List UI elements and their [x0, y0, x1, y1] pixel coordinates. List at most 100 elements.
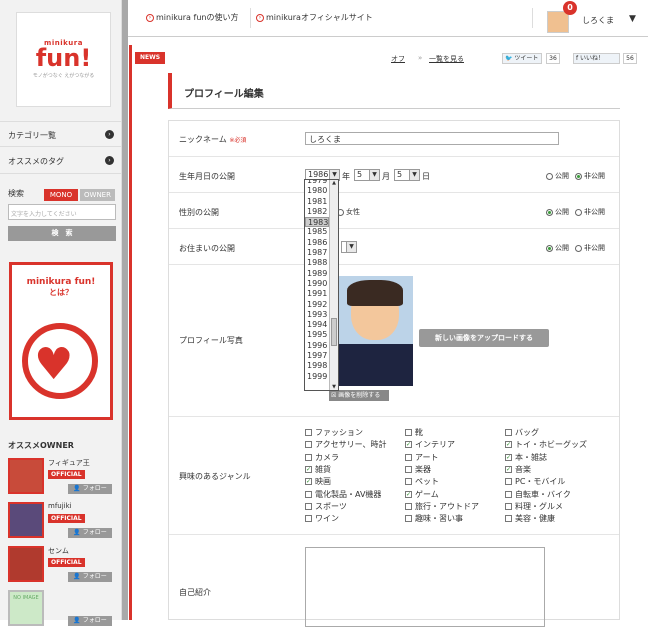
sidebar-scrollbar[interactable] [122, 0, 128, 620]
owner-item[interactable]: センム OFFICIAL 👤 フォロー [8, 546, 116, 586]
scrollbar-thumb[interactable] [122, 0, 128, 620]
genre-checkbox[interactable]: 楽器 [405, 464, 431, 475]
birth-day-select[interactable]: 5 ▼ [394, 169, 420, 181]
year-option[interactable]: 1999 [305, 372, 329, 382]
birthday-private-radio[interactable]: 非公開 [575, 171, 605, 181]
gender-private-radio[interactable]: 非公開 [575, 207, 605, 217]
scroll-down-icon[interactable]: ▼ [330, 384, 338, 390]
year-option[interactable]: 1992 [305, 300, 329, 310]
genre-checkbox[interactable]: PC・モバイル [505, 476, 565, 487]
news-toggle-off[interactable]: オフ [391, 54, 405, 64]
residence-select[interactable]: ▼ [341, 241, 357, 253]
follow-button[interactable]: 👤 フォロー [68, 484, 112, 494]
genre-checkbox[interactable]: ✓ 映画 [305, 476, 331, 487]
sidebar-item-tags[interactable]: オススメのタグ › [0, 148, 122, 174]
genre-checkbox[interactable]: 電化製品・AV機器 [305, 489, 381, 500]
official-site-link[interactable]: › minikuraオフィシャルサイト [256, 12, 373, 23]
follow-button[interactable]: 👤 フォロー [68, 616, 112, 626]
dropdown-scrollbar[interactable]: ▲ ▼ [329, 180, 338, 390]
year-option[interactable]: 1987 [305, 248, 329, 258]
chevron-down-icon: ▼ [369, 170, 379, 180]
search-input[interactable]: 文字を入力してください [8, 204, 116, 220]
avatar[interactable] [8, 546, 44, 582]
banner-title: minikura fun! [26, 277, 96, 287]
owner-item[interactable]: NO IMAGE 👤 フォロー [8, 590, 116, 630]
owner-name[interactable]: フィギュア王 [48, 458, 90, 468]
year-option[interactable]: 1985 [305, 227, 329, 237]
genre-checkbox[interactable]: ✓ トイ・ホビーグッズ [505, 439, 587, 450]
sidebar-item-categories[interactable]: カテゴリ一覧 › [0, 121, 122, 147]
genre-checkbox[interactable]: ✓ インテリア [405, 439, 455, 450]
genre-checkbox[interactable]: 靴 [405, 427, 423, 438]
scroll-up-icon[interactable]: ▲ [330, 180, 338, 186]
genre-checkbox[interactable]: 料理・グルメ [505, 501, 563, 512]
avatar[interactable] [8, 502, 44, 538]
genre-checkbox[interactable]: カメラ [305, 452, 339, 463]
year-option[interactable]: 1995 [305, 330, 329, 340]
genre-checkbox[interactable]: 旅行・アウトドア [405, 501, 479, 512]
birth-month-select[interactable]: 5 ▼ [354, 169, 380, 181]
about-banner[interactable]: minikura fun! とは？ ♥ [9, 262, 113, 420]
genre-checkbox[interactable]: ✓ ゲーム [405, 489, 439, 500]
genre-checkbox[interactable]: 美容・健康 [505, 513, 555, 524]
owner-item[interactable]: フィギュア王 OFFICIAL 👤 フォロー [8, 458, 116, 498]
upload-image-button[interactable]: 新しい画像をアップロードする [419, 329, 549, 347]
year-option[interactable]: 1997 [305, 351, 329, 361]
year-option[interactable]: 1989 [305, 269, 329, 279]
genre-checkbox[interactable]: アクセサリー、時計 [305, 439, 387, 450]
year-option[interactable]: 1983 [305, 217, 329, 228]
birthday-public-radio[interactable]: 公開 [546, 171, 569, 181]
year-option[interactable]: 1993 [305, 310, 329, 320]
nickname-input[interactable]: しろくま [305, 132, 559, 145]
news-all-link[interactable]: 一覧を見る [429, 54, 464, 64]
genre-checkbox[interactable]: 自転車・バイク [505, 489, 571, 500]
genre-checkbox[interactable]: スポーツ [305, 501, 347, 512]
tweet-button[interactable]: 🐦 ツイート [502, 53, 542, 64]
owner-name[interactable]: センム [48, 546, 69, 556]
gender-female-radio[interactable]: 女性 [337, 207, 360, 217]
user-avatar[interactable] [547, 11, 569, 33]
residence-private-radio[interactable]: 非公開 [575, 243, 605, 253]
search-tab-mono[interactable]: MONO [44, 189, 78, 201]
notification-badge[interactable]: 0 [563, 1, 577, 15]
genre-checkbox[interactable]: アート [405, 452, 439, 463]
year-option[interactable]: 1994 [305, 320, 329, 330]
genre-checkbox[interactable]: ✓ 本・雑誌 [505, 452, 547, 463]
avatar[interactable] [8, 458, 44, 494]
gender-public-radio[interactable]: 公開 [546, 207, 569, 217]
genre-checkbox[interactable]: ファッション [305, 427, 363, 438]
year-option[interactable]: 1998 [305, 361, 329, 371]
genre-checkbox[interactable]: ✓ 音楽 [505, 464, 531, 475]
genre-checkbox[interactable]: ✓ 雑貨 [305, 464, 331, 475]
birth-year-dropdown-list[interactable]: 1979198019811982198319841985198619871988… [304, 179, 339, 391]
year-option[interactable]: 1996 [305, 341, 329, 351]
year-option[interactable]: 1990 [305, 279, 329, 289]
genre-checkbox[interactable]: 趣味・習い事 [405, 513, 463, 524]
site-logo[interactable]: minikura fun! モノがつなぐ えがつながる [16, 12, 111, 107]
year-option[interactable]: 1979 [305, 180, 329, 186]
howto-link[interactable]: › minikura funの使い方 [146, 12, 238, 23]
year-option[interactable]: 1982 [305, 207, 329, 217]
year-option[interactable]: 1988 [305, 258, 329, 268]
scrollbar-thumb[interactable] [331, 318, 337, 346]
intro-textarea[interactable] [305, 547, 545, 627]
owner-item[interactable]: mfujiki OFFICIAL 👤 フォロー [8, 502, 116, 542]
owner-name[interactable]: mfujiki [48, 502, 72, 510]
delete-image-button[interactable]: ☒ 画像を削除する [329, 390, 389, 401]
genre-checkbox[interactable]: バッグ [505, 427, 539, 438]
year-option[interactable]: 1980 [305, 186, 329, 196]
follow-button[interactable]: 👤 フォロー [68, 528, 112, 538]
year-option[interactable]: 1991 [305, 289, 329, 299]
avatar[interactable]: NO IMAGE [8, 590, 44, 626]
genre-checkbox[interactable]: ワイン [305, 513, 339, 524]
search-button[interactable]: 検 索 [8, 226, 116, 241]
caret-down-icon[interactable]: ▼ [629, 14, 636, 24]
facebook-like-button[interactable]: f いいね！ [573, 53, 620, 64]
genre-checkbox[interactable]: ペット [405, 476, 439, 487]
search-tab-owner[interactable]: OWNER [80, 189, 115, 201]
follow-button[interactable]: 👤 フォロー [68, 572, 112, 582]
year-option[interactable]: 1981 [305, 197, 329, 207]
year-option[interactable]: 1986 [305, 238, 329, 248]
username[interactable]: しろくま [582, 15, 614, 26]
residence-public-radio[interactable]: 公開 [546, 243, 569, 253]
